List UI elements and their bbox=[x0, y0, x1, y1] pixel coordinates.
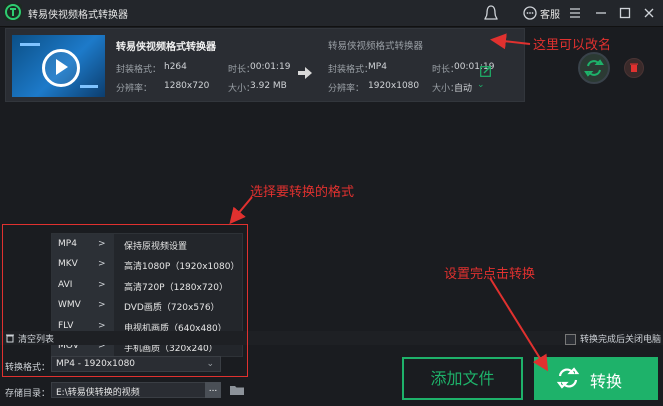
output-resolution-value: 1920x1080 bbox=[368, 81, 420, 91]
play-icon bbox=[56, 59, 68, 75]
menu-item-mkv[interactable]: MKV bbox=[58, 259, 78, 269]
output-codec-value: MP4 bbox=[368, 62, 387, 72]
minimize-icon[interactable] bbox=[592, 4, 610, 22]
video-thumbnail bbox=[12, 35, 105, 97]
size-dropdown-chevron-icon[interactable]: ⌄ bbox=[477, 80, 485, 90]
format-label: 转换格式： bbox=[5, 363, 51, 373]
edit-icon[interactable] bbox=[480, 65, 492, 77]
menu-item-avi[interactable]: AVI bbox=[58, 280, 72, 290]
convert-single-icon[interactable] bbox=[578, 52, 610, 84]
convert-button[interactable]: 转换 bbox=[534, 357, 658, 400]
option-dvd[interactable]: DVD画质（720x576） bbox=[124, 300, 220, 313]
user-icon[interactable] bbox=[482, 4, 500, 22]
title-bar: 转易侠视频格式转换器 客服 bbox=[0, 0, 663, 27]
source-resolution-value: 1280x720 bbox=[164, 81, 210, 91]
output-resolution-label: 分辨率： bbox=[328, 84, 365, 94]
source-codec-label: 封装格式： bbox=[116, 65, 162, 75]
output-codec-label: 封装格式： bbox=[328, 65, 374, 75]
maximize-icon[interactable] bbox=[616, 4, 634, 22]
option-keep-original[interactable]: 保持原视频设置 bbox=[124, 239, 187, 252]
add-file-button[interactable]: 添加文件 bbox=[402, 357, 523, 400]
source-file-name: 转易侠视频格式转换器 bbox=[116, 42, 216, 53]
source-duration-value: 00:01:19 bbox=[250, 62, 291, 72]
source-size-value: 3.92 MB bbox=[250, 81, 287, 91]
chevron-right-icon: > bbox=[98, 239, 106, 249]
chevron-down-icon: ⌄ bbox=[206, 359, 214, 369]
option-1080p[interactable]: 高清1080P（1920x1080） bbox=[124, 259, 239, 272]
output-size-value[interactable]: 自动 bbox=[454, 81, 472, 94]
chevron-right-icon: > bbox=[98, 321, 106, 331]
delete-icon[interactable] bbox=[624, 58, 644, 78]
source-codec-value: h264 bbox=[164, 62, 187, 72]
chevron-right-icon: > bbox=[98, 300, 106, 310]
chevron-right-icon: > bbox=[98, 280, 106, 290]
close-after-label: 转换完成后关闭电脑 bbox=[580, 335, 662, 345]
arrow-right-icon bbox=[298, 67, 312, 79]
file-item-row[interactable]: 转易侠视频格式转换器 封装格式： h264 时长： 00:01:19 分辨率： … bbox=[5, 28, 525, 102]
browse-dir-button[interactable]: ... bbox=[205, 382, 221, 398]
menu-item-mp4[interactable]: MP4 bbox=[58, 239, 77, 249]
convert-icon bbox=[556, 367, 580, 389]
menu-icon[interactable] bbox=[566, 4, 584, 22]
clear-list-button[interactable]: 清空列表 bbox=[18, 332, 54, 345]
annotation-click-convert: 设置完点击转换 bbox=[444, 267, 536, 282]
output-dir-label: 存储目录： bbox=[5, 389, 51, 399]
output-file-name[interactable]: 转易侠视频格式转换器 bbox=[328, 38, 423, 52]
app-title: 转易侠视频格式转换器 bbox=[28, 10, 128, 21]
output-dir-value: E:\转易侠转换的视频 bbox=[56, 388, 140, 398]
trash-icon[interactable] bbox=[5, 333, 15, 343]
chat-icon[interactable] bbox=[521, 4, 539, 22]
annotation-rename: 这里可以改名 bbox=[533, 38, 612, 53]
menu-item-wmv[interactable]: WMV bbox=[58, 300, 81, 310]
annotation-choose-format: 选择要转换的格式 bbox=[250, 185, 355, 200]
convert-button-label: 转换 bbox=[590, 372, 623, 391]
close-after-option[interactable]: 转换完成后关闭电脑 bbox=[565, 332, 661, 345]
chevron-right-icon: > bbox=[98, 259, 106, 269]
list-toolbar: 清空列表 转换完成后关闭电脑 bbox=[0, 331, 663, 345]
open-folder-icon[interactable] bbox=[229, 384, 245, 396]
close-icon[interactable] bbox=[640, 4, 658, 22]
output-dir-field[interactable]: E:\转易侠转换的视频 bbox=[51, 382, 221, 398]
source-resolution-label: 分辨率： bbox=[116, 84, 153, 94]
format-select-value: MP4 - 1920x1080 bbox=[56, 359, 136, 369]
menu-item-flv[interactable]: FLV bbox=[58, 321, 73, 331]
app-logo-icon bbox=[4, 3, 22, 21]
option-720p[interactable]: 高清720P（1280x720） bbox=[124, 280, 228, 293]
format-select[interactable]: MP4 - 1920x1080 ⌄ bbox=[51, 356, 221, 372]
close-after-checkbox[interactable] bbox=[565, 334, 576, 345]
customer-service-label[interactable]: 客服 bbox=[540, 6, 560, 21]
